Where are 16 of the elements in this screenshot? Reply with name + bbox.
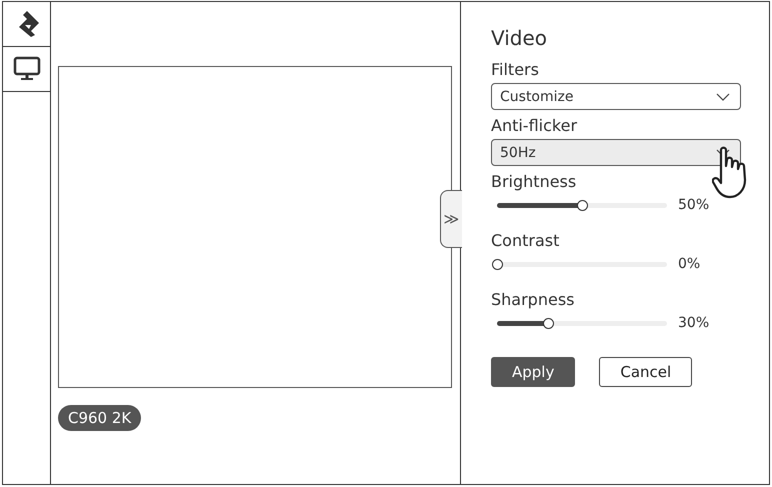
slider-value: 0%: [678, 256, 700, 272]
panel-title: Video: [491, 26, 548, 50]
field-label: Filters: [491, 60, 540, 79]
slider-label: Brightness: [491, 172, 578, 191]
field-label: Anti-flicker: [491, 116, 578, 135]
collapse-toggle[interactable]: ≫: [440, 190, 462, 248]
apply-button[interactable]: Apply: [491, 357, 576, 387]
slider-value: 50%: [678, 197, 710, 213]
slider-label: Sharpness: [491, 290, 576, 309]
device-label: C960 2K: [58, 405, 142, 431]
slider-value: 30%: [678, 315, 710, 331]
monitor-icon[interactable]: [12, 56, 40, 82]
chevron-down-icon: [716, 92, 730, 100]
slider-label: Contrast: [491, 231, 560, 250]
cancel-button[interactable]: Cancel: [599, 357, 692, 387]
dropdown[interactable]: Customize: [491, 83, 741, 110]
